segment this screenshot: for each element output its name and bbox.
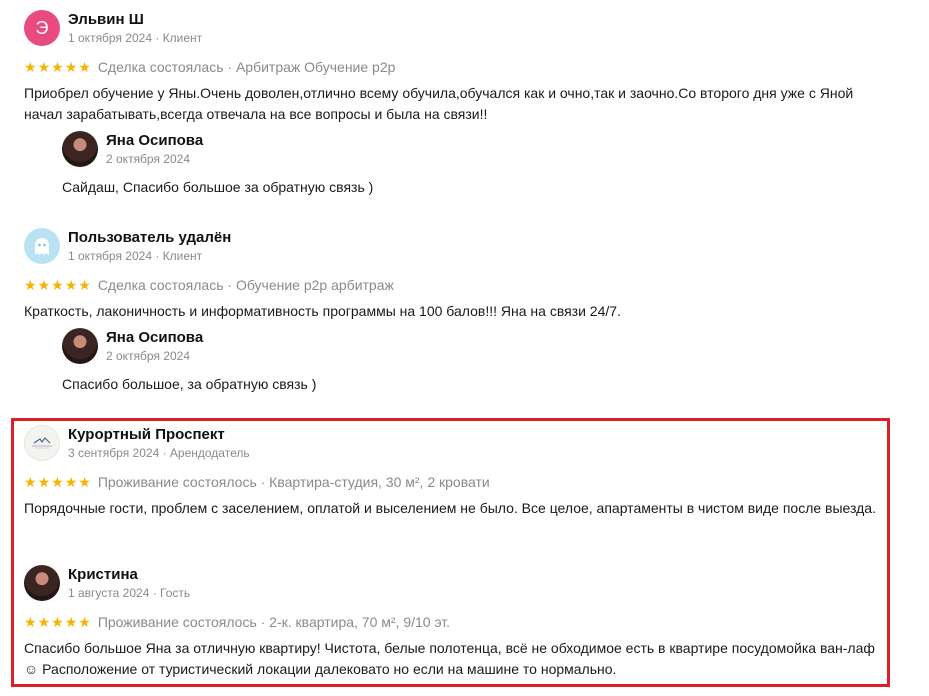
star-icon: ★ [78,277,91,293]
reply-text: Спасибо большое, за обратную связь ) [62,376,317,392]
review-card: Кристина 1 августа 2024 · Гость ★ ★ ★ ★ ★ Пр… [24,565,884,680]
avatar[interactable] [62,328,98,364]
avatar[interactable] [62,131,98,167]
reply-text: Сайдаш, Спасибо большое за обратную связ… [62,179,374,195]
star-icon: ★ [78,474,91,490]
review-meta: 1 октября 2024 · Клиент [68,249,203,263]
review-card: Курортный Проспект 3 сентября 2024 · Аре… [24,425,884,519]
star-icon: ★ [37,277,51,293]
reply-header: Яна Осипова 2 октября 2024 [62,328,862,368]
star-icon: ★ [51,474,64,490]
ghost-icon [35,238,49,255]
avatar-letter: Э [35,17,49,38]
company-logo-icon [32,437,52,449]
review-meta: 1 августа 2024 · Гость [68,586,191,600]
reviewer-name[interactable]: Курортный Проспект [68,426,225,443]
reply-date: 2 октября 2024 [106,152,190,166]
star-icon: ★ [78,59,91,75]
star-icon: ★ [37,59,51,75]
review-meta: 1 октября 2024 · Клиент [68,31,203,45]
rating-row: ★ ★ ★ ★ ★ Сделка состоялась · Арбитраж Обуче… [24,58,884,76]
star-icon: ★ [78,614,91,630]
rating-row: ★ ★ ★ ★ ★ Проживание состоялось · Квартира-с… [24,473,884,491]
deal-status: Сделка состоялась · Арбитраж Обучение p2… [97,59,396,75]
review-header: Кристина 1 августа 2024 · Гость [24,565,884,605]
star-icon: ★ [64,614,78,630]
rating-row: ★ ★ ★ ★ ★ Проживание состоялось · 2-к. кварт… [24,613,884,631]
review-text: Спасибо большое Яна за отличную квартиру… [24,640,875,677]
reviewer-name[interactable]: Кристина [68,566,138,583]
review-card: Пользователь удалён 1 октября 2024 · Кли… [24,228,884,322]
review-text: Краткость, лаконичность и информативност… [24,303,621,319]
reply-author-name[interactable]: Яна Осипова [106,132,203,149]
reply-date: 2 октября 2024 [106,349,190,363]
review-text: Порядочные гости, проблем с заселением, … [24,500,876,516]
star-rating: ★ ★ ★ ★ ★ [24,615,91,629]
review-meta: 3 сентября 2024 · Арендодатель [68,446,250,460]
star-icon: ★ [51,59,64,75]
review-header: Пользователь удалён 1 октября 2024 · Кли… [24,228,884,268]
star-rating: ★ ★ ★ ★ ★ [24,60,91,74]
deal-status: Сделка состоялась · Обучение p2p арбитра… [97,277,394,293]
star-icon: ★ [64,59,78,75]
star-icon: ★ [64,277,78,293]
review-text: Приобрел обучение у Яны.Очень доволен,от… [24,85,854,122]
star-icon: ★ [37,474,51,490]
owner-reply: Яна Осипова 2 октября 2024 Сайдаш, Спаси… [62,131,862,198]
deal-status: Проживание состоялось · Квартира-студия,… [97,474,490,490]
review-header: Курортный Проспект 3 сентября 2024 · Аре… [24,425,884,465]
avatar[interactable] [24,565,60,601]
star-icon: ★ [24,614,37,630]
review-header: Э Эльвин Ш 1 октября 2024 · Клиент [24,10,884,50]
star-icon: ★ [24,59,37,75]
avatar[interactable]: Э [24,10,60,46]
star-icon: ★ [24,277,37,293]
reply-author-name[interactable]: Яна Осипова [106,329,203,346]
star-icon: ★ [51,614,64,630]
rating-row: ★ ★ ★ ★ ★ Сделка состоялась · Обучение p2p а… [24,276,884,294]
reviewer-name[interactable]: Пользователь удалён [68,229,231,246]
avatar[interactable] [24,228,60,264]
avatar[interactable] [24,425,60,461]
star-rating: ★ ★ ★ ★ ★ [24,278,91,292]
star-icon: ★ [64,474,78,490]
review-card: Э Эльвин Ш 1 октября 2024 · Клиент ★ ★ ★ ★ ★… [24,10,884,125]
reviewer-name[interactable]: Эльвин Ш [68,11,144,28]
star-icon: ★ [37,614,51,630]
reply-header: Яна Осипова 2 октября 2024 [62,131,862,171]
deal-status: Проживание состоялось · 2-к. квартира, 7… [97,614,451,630]
star-icon: ★ [24,474,37,490]
star-rating: ★ ★ ★ ★ ★ [24,475,91,489]
star-icon: ★ [51,277,64,293]
owner-reply: Яна Осипова 2 октября 2024 Спасибо больш… [62,328,862,395]
